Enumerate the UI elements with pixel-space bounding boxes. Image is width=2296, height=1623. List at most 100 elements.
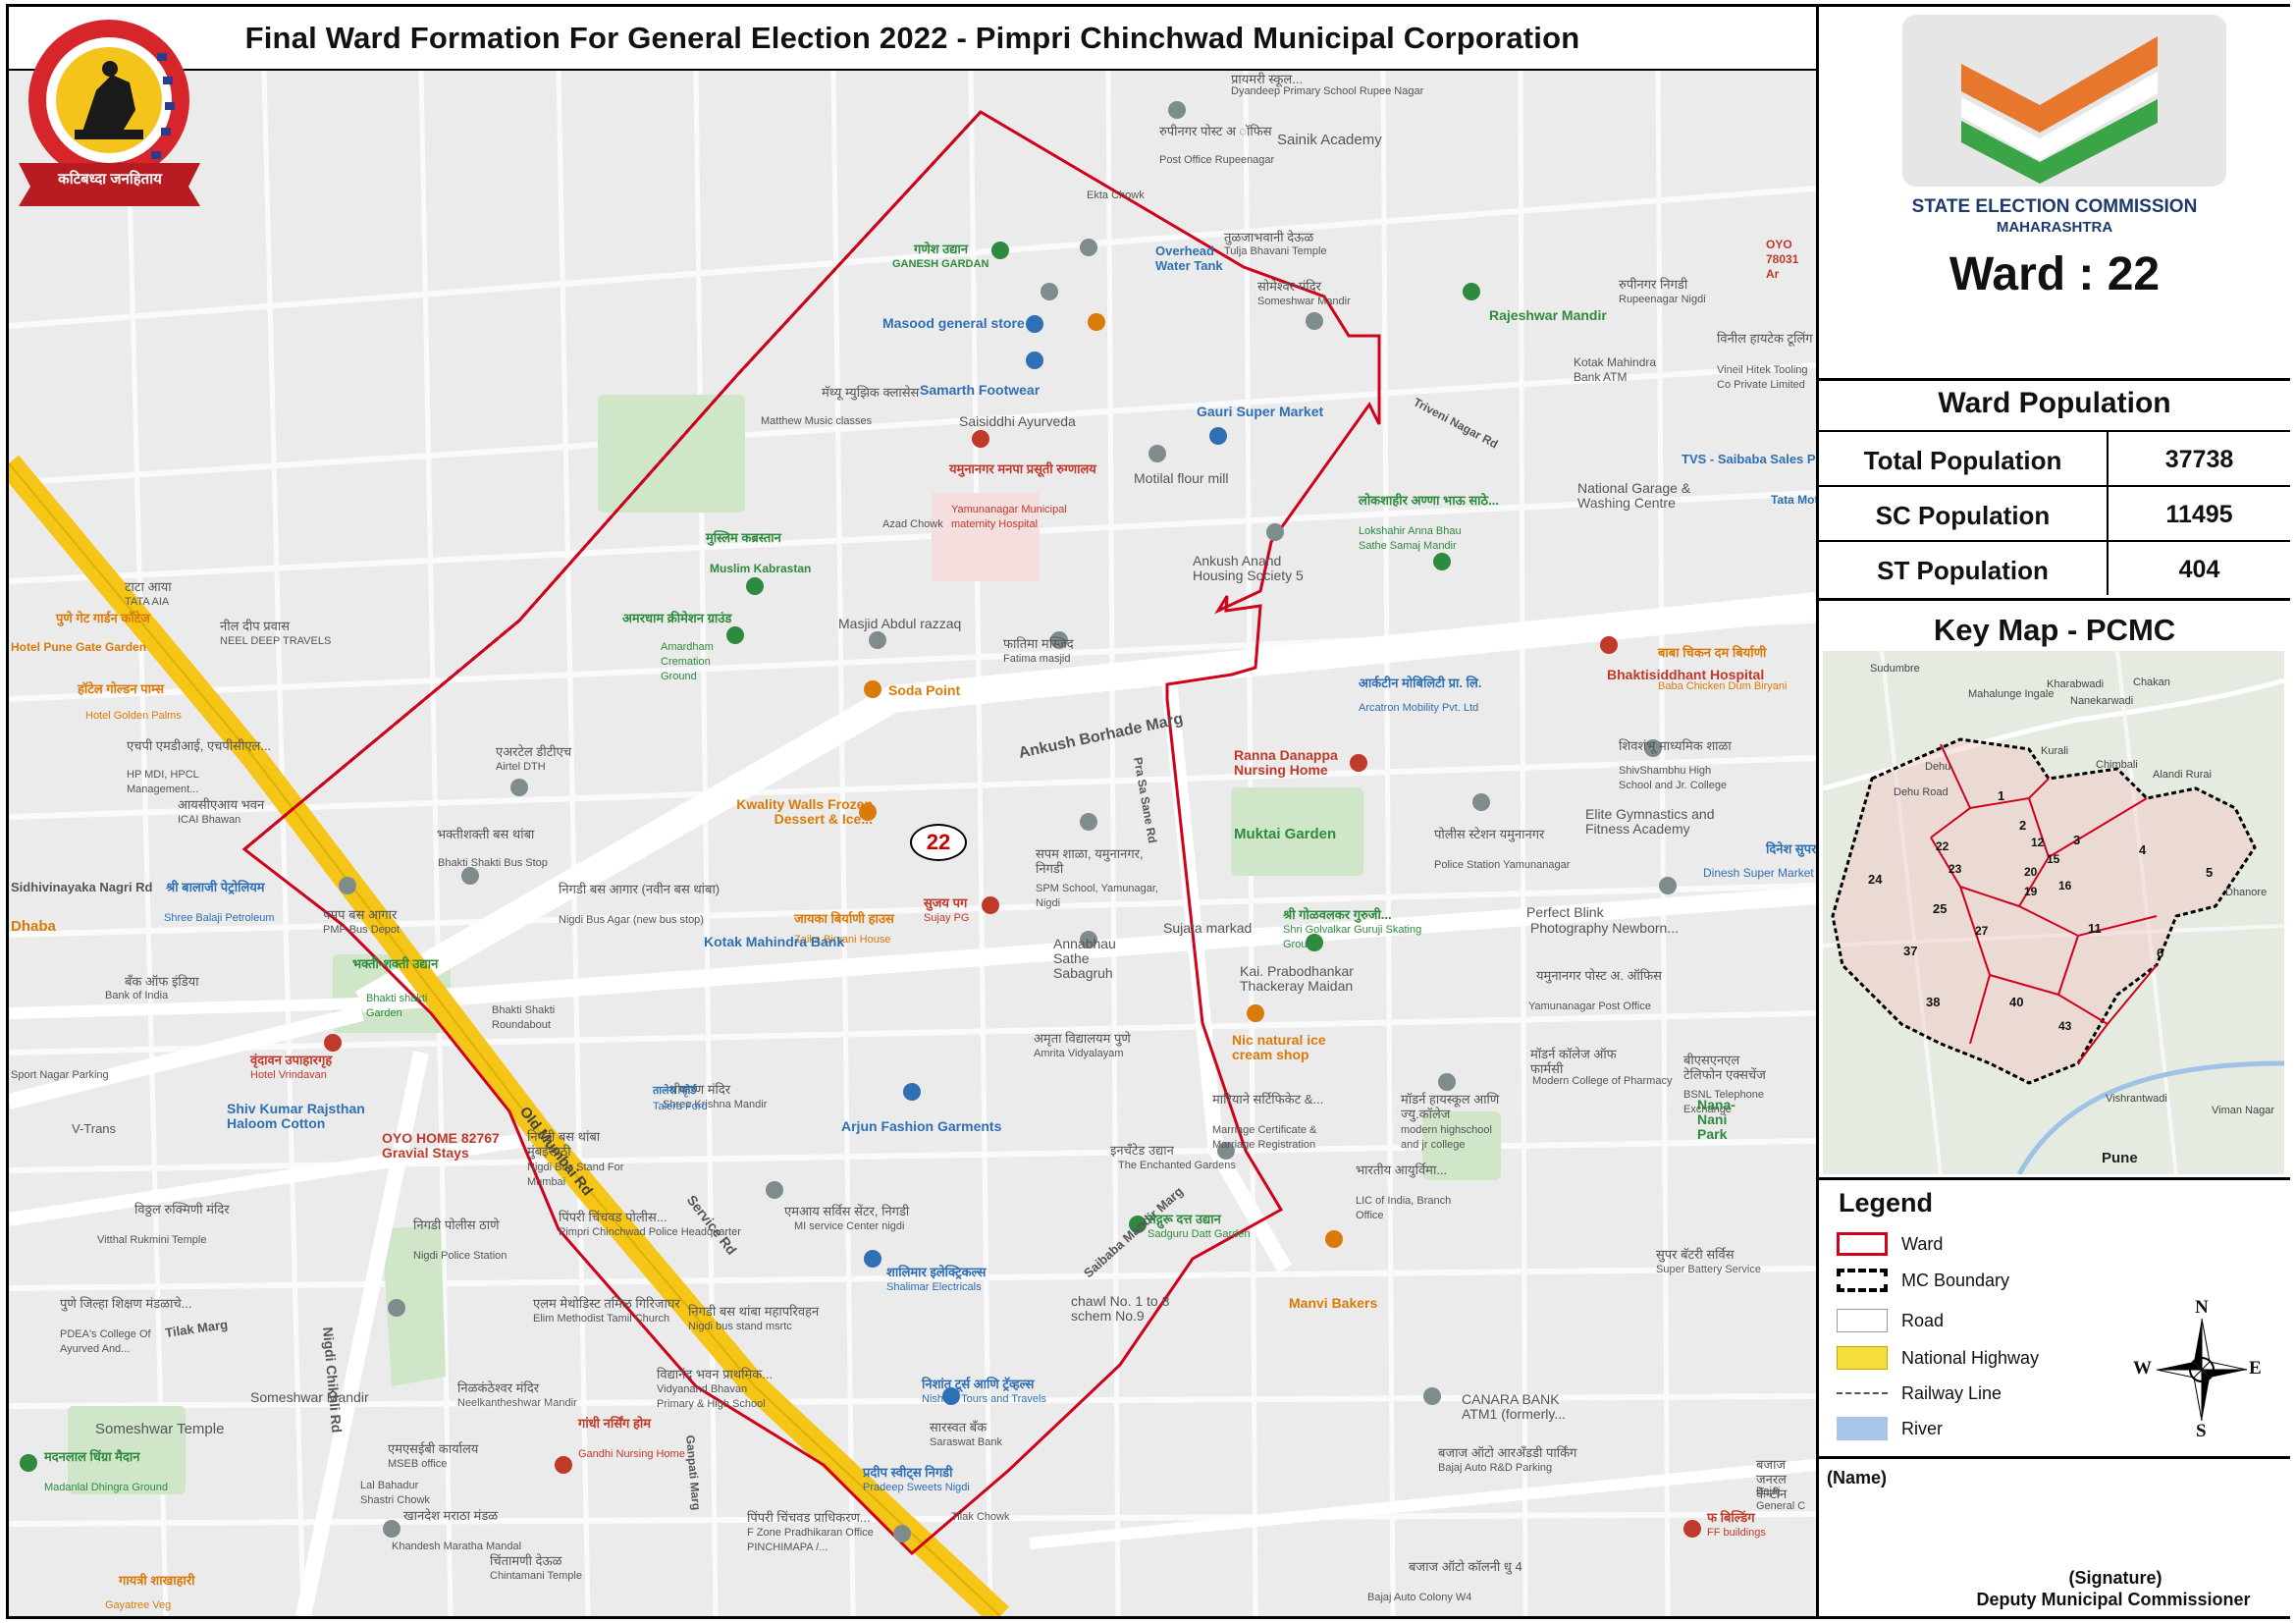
place-label: अमृता विद्यालयम पुणे: [1034, 1031, 1131, 1046]
place-label: TVS - Saibaba Sales P: [1682, 452, 1816, 466]
place-label: Nigdi Bus Agar (new bus stop): [559, 914, 704, 926]
place-label: Dinesh Super Market: [1703, 866, 1814, 880]
place-label: निगडी बस थांबा मुंबईसाठी: [527, 1129, 601, 1159]
population-value: 404: [2178, 556, 2220, 583]
place-label: Saisiddhi Ayurveda: [959, 413, 1076, 429]
place-label: मॉडर्न कॉलेज ऑफ फार्मसी: [1530, 1047, 1617, 1076]
place-label: Muktai Garden: [1234, 826, 1337, 842]
keymap-place: Viman Nagar: [2212, 1105, 2274, 1116]
place-label: पिंपरी चिंचवड पोलीस...: [559, 1210, 667, 1224]
signature-label: (Signature): [2068, 1568, 2163, 1588]
place-label: भारतीय आयुर्विमा...: [1356, 1163, 1448, 1177]
keymap-pcmc[interactable]: 1 2 3 4 5 6 11 12 15 16 19 20 22 23 24 2…: [1823, 651, 2284, 1174]
place-label: दिनेश सुपर मार्केट: [1766, 841, 1816, 856]
place-label: Dyandeep Primary School Rupee Nagar: [1231, 85, 1424, 97]
place-label: Manvi Bakers: [1289, 1295, 1378, 1311]
place-label: V-Trans: [72, 1121, 117, 1136]
info-panel: STATE ELECTION COMMISSION MAHARASHTRA Wa…: [1816, 7, 2290, 1616]
place-label: शिवशंभू माध्यमिक शाळा: [1619, 738, 1732, 753]
place-label: वृंदावन उपाहारगृह: [250, 1053, 333, 1067]
place-label: Hotel Golden Palms: [85, 710, 182, 722]
place-label: Tilak Chowk: [951, 1511, 1010, 1523]
keymap-ward-label: 23: [1949, 862, 1962, 876]
place-label: Sujay PG: [924, 912, 970, 924]
population-value: 11495: [2165, 501, 2233, 528]
place-label: Motilal flour mill: [1134, 470, 1229, 486]
place-label: श्री बालाजी पेट्रोलियम: [166, 880, 265, 894]
place-label: MSEB office: [388, 1458, 448, 1470]
place-label: सोमेश्वर मंदिर: [1257, 279, 1321, 294]
place-label: Shiv Kumar Rajsthan Haloom Cotton: [227, 1101, 365, 1131]
ward-title: Ward : 22: [1949, 248, 2161, 300]
legend-label: River: [1901, 1419, 1944, 1438]
river-swatch-icon: [1837, 1417, 1888, 1440]
place-label: Elite Gymnastics and Fitness Academy: [1585, 806, 1715, 837]
population-row-sc: SC Population 11495: [1819, 485, 2290, 542]
place-label: Ankush Anand Housing Society 5: [1193, 553, 1304, 583]
pcmc-logo: कटिबध्दा जनहिताय: [14, 14, 205, 208]
place-label: Ranna Danappa Nursing Home: [1234, 747, 1338, 778]
sec-state: MAHARASHTRA: [1996, 219, 2113, 236]
place-label: Someshwar Mandir: [1257, 296, 1351, 307]
place-label: PDEA's College Of Ayurved And...: [60, 1328, 151, 1355]
ward-map[interactable]: Ankush Borhade Marg Old Mumbai Rd Servic…: [9, 71, 1816, 1616]
place-label: सारस्वत बँक: [930, 1420, 988, 1434]
place-label: Lal Bahadur Shastri Chowk: [360, 1480, 430, 1506]
keymap-place: Alandi Rurai: [2153, 769, 2212, 781]
sec-emblem-icon: [1961, 36, 2158, 184]
logo-motto: कटिबध्दा जनहिताय: [58, 171, 162, 188]
place-label: Saraswat Bank: [930, 1436, 1002, 1448]
place-label: गायत्री शाखाहारी: [119, 1573, 195, 1588]
place-label: अमरधाम क्रीमेशन ग्राउंड: [622, 611, 732, 625]
place-label: हॉटेल गोल्डन पाम्स: [78, 681, 164, 696]
north-arrow-icon: [2156, 1318, 2248, 1422]
place-label: Shree Balaji Petroleum: [164, 912, 275, 924]
place-label: Gauri Super Market: [1197, 404, 1324, 419]
place-label: SPM School, Yamunagar, Nigdi: [1036, 883, 1158, 909]
legend-label: National Highway: [1901, 1348, 2040, 1368]
place-label: Perfect Blink: [1526, 904, 1604, 920]
place-label: मदनलाल धिंग्रा मैदान: [44, 1449, 140, 1464]
keymap-place: Sudumbre: [1870, 663, 1920, 675]
place-label: Annabhau Sathe Sabagruh: [1053, 936, 1116, 981]
place-label: LIC of India, Branch Office: [1356, 1195, 1452, 1221]
place-label: एमएसईबी कार्यालय: [388, 1441, 479, 1456]
place-label: जायका बिर्याणी हाउस: [794, 911, 894, 926]
keymap-ward-label: 37: [1903, 944, 1918, 958]
place-label: एलम मेथोडिस्ट तमिळ गिरिजाघर: [533, 1296, 680, 1311]
place-label: टाटा आया: [125, 579, 172, 594]
place-label: सुपर बॅटरी सर्विस: [1656, 1247, 1735, 1262]
place-label: Kotak Mahindra Bank ATM: [1574, 355, 1657, 384]
place-label: Sainik Academy: [1277, 132, 1382, 148]
place-label: पोलीस स्टेशन यमुनानगर: [1434, 827, 1545, 841]
place-label: Sujata markad: [1163, 920, 1253, 936]
keymap-ward-label: 25: [1933, 901, 1948, 916]
place-label: मॉडर्न हायस्कूल आणि ज्यु.कॉलेज: [1401, 1092, 1500, 1121]
place-label: यमुनानगर पोस्ट अ. ऑफिस: [1536, 968, 1662, 983]
place-label: Bhakti Shakti Bus Stop: [438, 857, 548, 869]
place-label: रुपीनगर पोस्ट अ ॉफिस: [1159, 124, 1272, 138]
road-label-sidhivinayaka: Sidhivinayaka Nagri Rd: [11, 880, 153, 894]
railway-swatch-icon: [1837, 1392, 1888, 1394]
place-label: भक्ती-शक्ती उद्यान: [352, 956, 439, 971]
keymap-ward-label: 19: [2024, 885, 2038, 898]
compass-n: N: [2195, 1297, 2209, 1318]
place-label: HP MDI, HPCL Management...: [127, 769, 199, 795]
place-label: बँक ऑफ इंडिया: [125, 974, 199, 989]
place-label: Pimpri Chinchwad Police Headquarter: [559, 1226, 741, 1238]
place-label: TATA AIA: [125, 596, 170, 608]
keymap-place: Dehu Road: [1894, 786, 1949, 798]
place-label: विनील हायटेक टूलिंग को.: [1717, 331, 1816, 346]
place-label: खानदेश मराठा मंडळ: [403, 1508, 499, 1523]
place-label: तुळजाभवानी देऊळ: [1224, 230, 1314, 244]
place-label: Super Battery Service: [1656, 1264, 1761, 1275]
place-label: प्रदीप स्वीट्स निगडी: [863, 1465, 953, 1480]
place-label: National Garage & Washing Centre: [1577, 480, 1691, 511]
compass-s: S: [2196, 1421, 2207, 1441]
keymap-ward-label: 5: [2206, 865, 2214, 880]
place-label: नील दीप प्रवास: [220, 619, 291, 633]
place-label: पुणे गेट गार्डन कॉटेज: [56, 611, 150, 625]
place-label: Nishant Tours and Travels: [922, 1393, 1046, 1405]
keymap-place: Dhanore: [2225, 887, 2268, 898]
place-label: Shri Golvalkar Guruji Skating Ground: [1283, 924, 1422, 950]
